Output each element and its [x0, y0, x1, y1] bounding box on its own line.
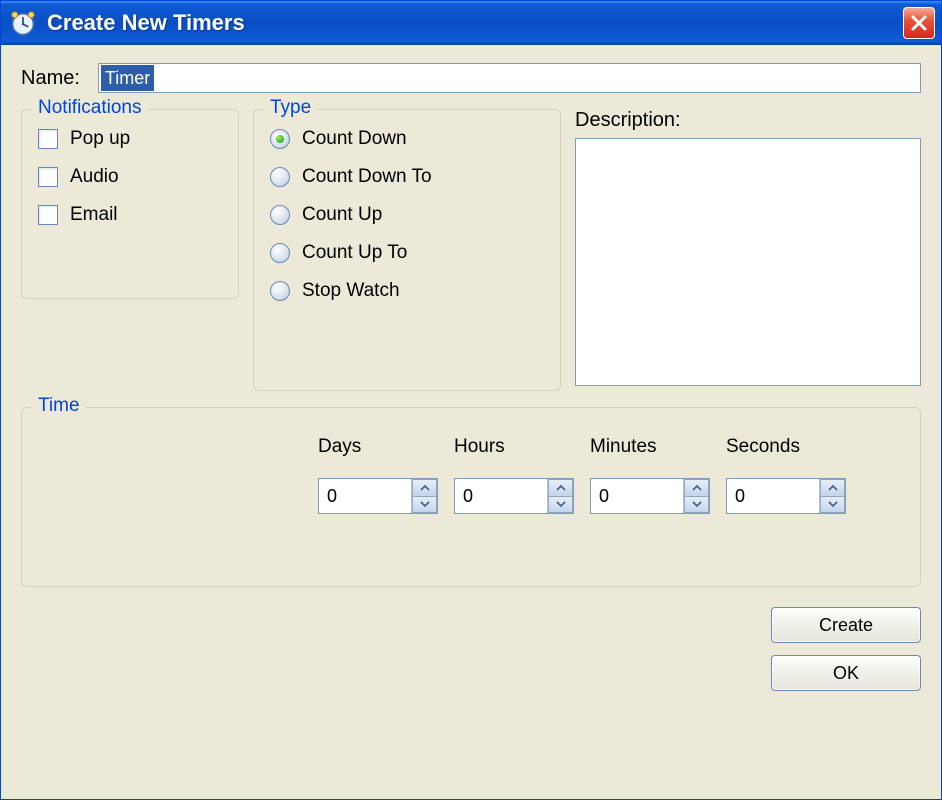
radio-icon — [270, 129, 290, 149]
radio-count-down[interactable]: Count Down — [270, 128, 544, 150]
radio-stop-watch[interactable]: Stop Watch — [270, 280, 544, 302]
time-group: Time Days Hours Minutes Seconds 0 0 — [21, 407, 921, 587]
spinner-down-button[interactable] — [820, 497, 845, 514]
window-body: Name: Timer Notifications Pop up Audio E… — [1, 45, 941, 799]
minutes-spinner[interactable]: 0 — [590, 478, 710, 514]
spinner-up-button[interactable] — [820, 479, 845, 497]
time-legend: Time — [32, 395, 86, 417]
checkbox-email[interactable]: Email — [38, 204, 222, 226]
spinner-buttons — [819, 479, 845, 513]
time-header-minutes: Minutes — [590, 436, 710, 458]
create-new-timers-window: Create New Timers Name: Timer Notificati… — [0, 0, 942, 800]
checkbox-label: Audio — [70, 166, 119, 188]
chevron-up-icon — [828, 485, 838, 491]
spinner-up-button[interactable] — [412, 479, 437, 497]
clock-icon — [9, 9, 37, 37]
checkbox-icon — [38, 205, 58, 225]
checkbox-icon — [38, 167, 58, 187]
spinner-up-button[interactable] — [548, 479, 573, 497]
checkbox-audio[interactable]: Audio — [38, 166, 222, 188]
description-label: Description: — [575, 109, 921, 132]
radio-icon — [270, 281, 290, 301]
close-icon — [910, 14, 928, 32]
minutes-value: 0 — [591, 479, 683, 513]
chevron-down-icon — [692, 501, 702, 507]
main-row: Notifications Pop up Audio Email Type — [21, 109, 921, 391]
seconds-spinner[interactable]: 0 — [726, 478, 846, 514]
radio-icon — [270, 167, 290, 187]
radio-label: Stop Watch — [302, 280, 400, 302]
radio-count-up-to[interactable]: Count Up To — [270, 242, 544, 264]
spinner-down-button[interactable] — [684, 497, 709, 514]
checkbox-label: Pop up — [70, 128, 130, 150]
chevron-down-icon — [420, 501, 430, 507]
spinner-up-button[interactable] — [684, 479, 709, 497]
chevron-up-icon — [556, 485, 566, 491]
button-row: Create OK — [21, 607, 921, 691]
type-legend: Type — [264, 97, 317, 119]
window-title: Create New Timers — [47, 10, 903, 36]
type-group: Type Count Down Count Down To Count Up C… — [253, 109, 561, 391]
time-spinners: 0 0 0 — [318, 478, 904, 514]
time-headers: Days Hours Minutes Seconds — [318, 436, 904, 458]
name-row: Name: Timer — [21, 63, 921, 93]
notifications-legend: Notifications — [32, 97, 148, 119]
radio-label: Count Up To — [302, 242, 407, 264]
time-header-hours: Hours — [454, 436, 574, 458]
checkbox-icon — [38, 129, 58, 149]
radio-icon — [270, 243, 290, 263]
checkbox-label: Email — [70, 204, 118, 226]
days-spinner[interactable]: 0 — [318, 478, 438, 514]
spinner-buttons — [411, 479, 437, 513]
radio-icon — [270, 205, 290, 225]
chevron-down-icon — [828, 501, 838, 507]
description-column: Description: — [575, 109, 921, 386]
radio-label: Count Down To — [302, 166, 432, 188]
hours-spinner[interactable]: 0 — [454, 478, 574, 514]
titlebar: Create New Timers — [1, 1, 941, 45]
chevron-up-icon — [420, 485, 430, 491]
spinner-buttons — [683, 479, 709, 513]
radio-label: Count Down — [302, 128, 407, 150]
create-button[interactable]: Create — [771, 607, 921, 643]
radio-count-down-to[interactable]: Count Down To — [270, 166, 544, 188]
checkbox-popup[interactable]: Pop up — [38, 128, 222, 150]
days-value: 0 — [319, 479, 411, 513]
seconds-value: 0 — [727, 479, 819, 513]
name-label: Name: — [21, 67, 80, 90]
spinner-down-button[interactable] — [548, 497, 573, 514]
spinner-down-button[interactable] — [412, 497, 437, 514]
radio-count-up[interactable]: Count Up — [270, 204, 544, 226]
time-header-days: Days — [318, 436, 438, 458]
radio-label: Count Up — [302, 204, 382, 226]
spinner-buttons — [547, 479, 573, 513]
notifications-group: Notifications Pop up Audio Email — [21, 109, 239, 299]
description-textarea[interactable] — [575, 138, 921, 386]
chevron-up-icon — [692, 485, 702, 491]
ok-button[interactable]: OK — [771, 655, 921, 691]
chevron-down-icon — [556, 501, 566, 507]
close-button[interactable] — [903, 7, 935, 39]
hours-value: 0 — [455, 479, 547, 513]
name-input[interactable]: Timer — [98, 63, 921, 93]
name-input-value: Timer — [101, 65, 154, 91]
time-header-seconds: Seconds — [726, 436, 846, 458]
